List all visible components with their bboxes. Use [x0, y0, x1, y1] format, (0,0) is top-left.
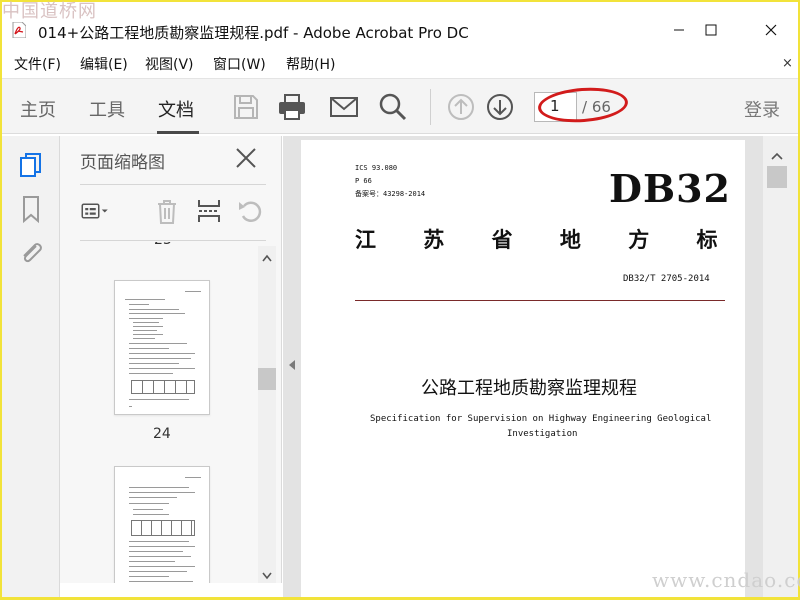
tab-document[interactable]: 文档	[158, 96, 194, 122]
tab-tools[interactable]: 工具	[89, 96, 125, 122]
save-icon[interactable]	[230, 91, 262, 123]
panel-title: 页面缩略图	[80, 153, 165, 173]
print-icon[interactable]	[276, 91, 308, 123]
document-page: ICS 93.080 P 66 备案号：43298-2014 DB32 江 苏 …	[301, 140, 786, 597]
ccs-code: P 66	[355, 177, 372, 185]
menu-window[interactable]: 窗口(W)	[213, 54, 266, 74]
standard-number: DB32/T 2705-2014	[623, 274, 710, 284]
record-number: 备案号：43298-2014	[355, 190, 426, 198]
scroll-down-icon[interactable]	[262, 572, 272, 580]
page-down-icon[interactable]	[484, 91, 516, 123]
toolbar: 主页 工具 文档 1 / 66 登录	[2, 78, 798, 134]
minimize-icon	[674, 29, 684, 31]
window-title: 014+公路工程地质勘察监理规程.pdf - Adobe Acrobat Pro…	[38, 24, 469, 42]
maximize-icon	[705, 24, 717, 36]
thumbnail-page-label: 24	[153, 426, 171, 442]
menu-bar: 文件(F) 编辑(E) 视图(V) 窗口(W) 帮助(H) ×	[2, 50, 798, 76]
standard-code: DB32	[609, 166, 731, 211]
page-up-icon[interactable]	[445, 91, 477, 123]
title-rule	[355, 300, 725, 301]
thumbnail-list: 23	[60, 242, 282, 583]
close-document-button[interactable]: ×	[782, 56, 793, 71]
bookmark-icon[interactable]	[16, 194, 46, 224]
watermark-bottom: www.cndao.com	[652, 568, 800, 592]
document-title-en-2: Investigation	[507, 429, 578, 439]
thumbnail-options-icon[interactable]	[80, 196, 110, 226]
rotate-icon[interactable]	[236, 196, 266, 226]
delete-page-icon[interactable]	[152, 196, 182, 226]
page-thumbnails-icon[interactable]	[16, 150, 46, 180]
insert-page-icon[interactable]	[194, 196, 224, 226]
collapse-panel-icon[interactable]	[285, 358, 299, 372]
close-window-button[interactable]	[748, 16, 794, 44]
scrollbar-thumb[interactable]	[767, 166, 787, 188]
document-title-en: Specification for Supervision on Highway…	[370, 414, 712, 424]
title-bar: 014+公路工程地质勘察监理规程.pdf - Adobe Acrobat Pro…	[2, 2, 798, 42]
ics-code: ICS 93.080	[355, 164, 398, 172]
active-tab-indicator	[157, 131, 199, 134]
acrobat-window: 014+公路工程地质勘察监理规程.pdf - Adobe Acrobat Pro…	[2, 2, 798, 597]
thumbnail-panel: 页面缩略图 23	[60, 136, 282, 583]
attachment-icon[interactable]	[16, 238, 46, 268]
panel-divider	[80, 184, 266, 185]
pdf-file-icon	[12, 22, 26, 38]
document-view: ICS 93.080 P 66 备案号：43298-2014 DB32 江 苏 …	[283, 136, 786, 597]
close-icon	[765, 24, 777, 36]
watermark-top: 中国道桥网	[2, 1, 97, 22]
login-link[interactable]: 登录	[744, 96, 780, 122]
panel-divider	[80, 240, 266, 241]
toolbar-separator	[430, 89, 431, 125]
menu-edit[interactable]: 编辑(E)	[80, 54, 128, 74]
menu-view[interactable]: 视图(V)	[145, 54, 194, 74]
document-title-cn: 公路工程地质勘察监理规程	[421, 378, 637, 399]
menu-file[interactable]: 文件(F)	[14, 54, 61, 74]
thumbnail-page-label: 23	[154, 242, 172, 248]
scroll-up-icon[interactable]	[771, 152, 783, 160]
navigation-rail	[2, 136, 60, 597]
menu-help[interactable]: 帮助(H)	[286, 54, 335, 74]
close-icon[interactable]	[234, 146, 258, 170]
thumbnail-page-24[interactable]	[114, 280, 210, 415]
maximize-button[interactable]	[688, 16, 734, 44]
scrollbar-thumb[interactable]	[258, 368, 276, 390]
search-icon[interactable]	[377, 91, 409, 123]
province-standard: 江 苏 省 地 方 标 准	[355, 228, 798, 252]
tab-home[interactable]: 主页	[20, 96, 56, 122]
document-scrollbar[interactable]	[763, 136, 798, 597]
email-icon[interactable]	[328, 91, 360, 123]
thumbnail-scrollbar[interactable]	[258, 246, 276, 583]
thumbnail-page-25[interactable]	[114, 466, 210, 583]
scroll-up-icon[interactable]	[262, 254, 272, 262]
